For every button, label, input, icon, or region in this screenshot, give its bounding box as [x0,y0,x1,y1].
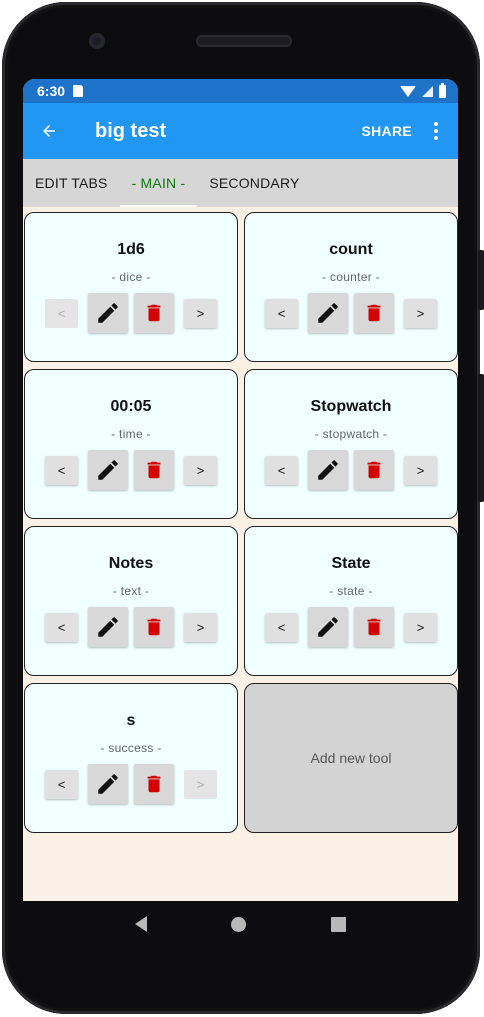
tool-name: Notes [108,555,154,572]
tool-card: State - state - < > [244,526,458,676]
move-right-button[interactable]: > [184,769,217,799]
trash-icon [363,616,385,638]
move-right-button[interactable]: > [404,612,437,642]
trash-icon [143,302,165,324]
tool-card: count - counter - < > [244,212,458,362]
tool-actions: < > [245,607,457,647]
move-right-button[interactable]: > [184,455,217,485]
edit-button[interactable] [88,607,128,647]
pencil-icon [95,614,121,640]
add-new-tool-button[interactable]: Add new tool [244,683,458,833]
move-left-button[interactable]: < [265,298,298,328]
delete-button[interactable] [134,607,174,647]
tool-card: Stopwatch - stopwatch - < > [244,369,458,519]
tool-name: State [331,555,371,572]
pencil-icon [95,300,121,326]
edit-button[interactable] [88,764,128,804]
tab-edit-tabs[interactable]: EDIT TABS [23,159,120,207]
nav-back-icon[interactable] [135,916,148,932]
delete-button[interactable] [354,450,394,490]
back-arrow-icon[interactable] [37,119,61,143]
delete-button[interactable] [134,293,174,333]
earpiece-speaker [196,35,292,47]
move-right-button[interactable]: > [184,612,217,642]
move-right-button[interactable]: > [404,298,437,328]
move-left-button[interactable]: < [265,455,298,485]
delete-button[interactable] [354,293,394,333]
move-left-button[interactable]: < [265,612,298,642]
tool-card: 00:05- time - < > [24,369,238,519]
move-left-button[interactable]: < [45,455,78,485]
status-bar: 6:30 [23,79,458,103]
volume-button [478,374,484,502]
tool-actions: < > [245,293,457,333]
trash-icon [143,616,165,638]
tool-actions: < > [25,607,237,647]
move-left-button[interactable]: < [45,769,78,799]
trash-icon [143,459,165,481]
trash-icon [363,302,385,324]
tab-bar: EDIT TABS - MAIN - SECONDARY [23,159,458,207]
screen: 6:30 big test SHARE EDIT TABS - MAIN - S… [23,79,458,901]
move-left-button[interactable]: < [45,298,78,328]
tool-actions: < > [25,450,237,490]
page-title: big test [95,119,167,142]
signal-icon [422,85,433,97]
sd-card-icon [73,85,84,97]
power-button [478,250,484,310]
pencil-icon [315,457,341,483]
tool-type: - state - [329,584,373,598]
tool-actions: < > [245,450,457,490]
status-time: 6:30 [37,83,66,99]
share-button[interactable]: SHARE [361,123,412,139]
move-left-button[interactable]: < [45,612,78,642]
tool-type: - counter - [322,270,380,284]
tool-type: - stopwatch - [314,427,388,441]
move-right-button[interactable]: > [184,298,217,328]
tool-name: count [329,241,373,258]
nav-home-icon[interactable] [231,916,247,932]
trash-icon [143,773,165,795]
tool-name: 1d6 [117,241,145,258]
edit-button[interactable] [88,450,128,490]
tool-type: - text - [112,584,150,598]
tab-main[interactable]: - MAIN - [119,159,198,207]
tool-card: 1d6- dice - < > [24,212,238,362]
tool-type: - dice - [111,270,151,284]
system-nav-bar [23,901,458,947]
edit-button[interactable] [88,293,128,333]
tool-card: Notes - text - < > [24,526,238,676]
edit-button[interactable] [308,293,348,333]
tool-actions: < > [25,293,237,333]
delete-button[interactable] [134,764,174,804]
pencil-icon [95,771,121,797]
tool-actions: < > [25,764,237,804]
tool-card: s- success - < > [24,683,238,833]
wifi-icon [400,85,416,97]
tool-type: - success - [100,741,162,755]
battery-icon [439,82,446,98]
trash-icon [363,459,385,481]
pencil-icon [95,457,121,483]
edit-button[interactable] [308,607,348,647]
pencil-icon [315,614,341,640]
delete-button[interactable] [354,607,394,647]
edit-button[interactable] [308,450,348,490]
pencil-icon [315,300,341,326]
tab-secondary[interactable]: SECONDARY [197,159,311,207]
tool-name: Stopwatch [310,398,392,415]
tool-name: 00:05 [110,398,152,415]
overflow-menu-icon[interactable] [426,119,446,143]
front-camera [89,33,105,49]
tool-type: - time - [111,427,151,441]
nav-recents-icon[interactable] [330,916,346,932]
tool-name: s [126,712,136,729]
delete-button[interactable] [134,450,174,490]
move-right-button[interactable]: > [404,455,437,485]
app-bar: big test SHARE [23,103,458,159]
